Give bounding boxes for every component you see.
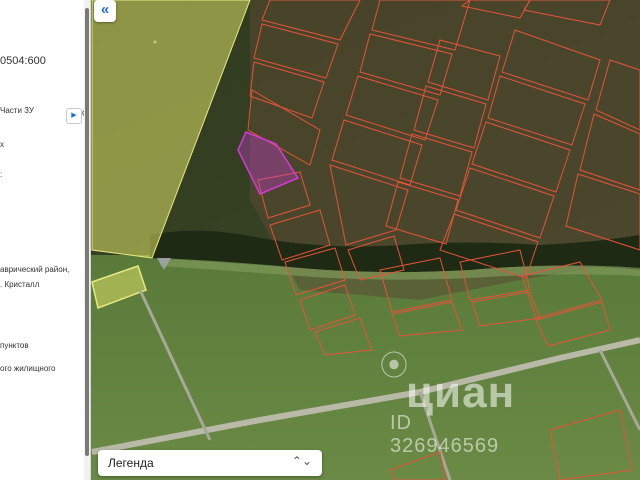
address-line: . Кристалл: [0, 280, 40, 289]
satellite-map[interactable]: [0, 0, 640, 480]
panel-scrollbar-thumb[interactable]: [85, 8, 89, 456]
watermark-brand: циан: [406, 368, 516, 417]
tab-parts[interactable]: Части ЗУ: [0, 106, 34, 115]
collapse-panel-button[interactable]: «: [94, 0, 116, 22]
category-line: пунктов: [0, 341, 29, 350]
watermark-id: ID 326946569: [390, 412, 500, 457]
legend-dropdown[interactable]: Легенда ⌃⌄: [98, 450, 322, 476]
location-pin-icon: ⦿: [380, 350, 409, 381]
chevron-updown-icon: ⌃⌄: [291, 454, 312, 468]
tab-next-icon[interactable]: ▶: [66, 108, 82, 124]
address-line: аврический район,: [0, 265, 70, 274]
info-panel: 0504:600 Части ЗУ ▶ Состав х : аврически…: [0, 0, 91, 480]
legend-label: Легенда: [108, 456, 154, 470]
info-line: :: [0, 170, 3, 179]
cadastral-number: 0504:600: [0, 55, 46, 67]
category-line: ого жилищного: [0, 364, 56, 373]
point-marker-icon: [153, 40, 157, 44]
info-line: х: [0, 140, 4, 149]
